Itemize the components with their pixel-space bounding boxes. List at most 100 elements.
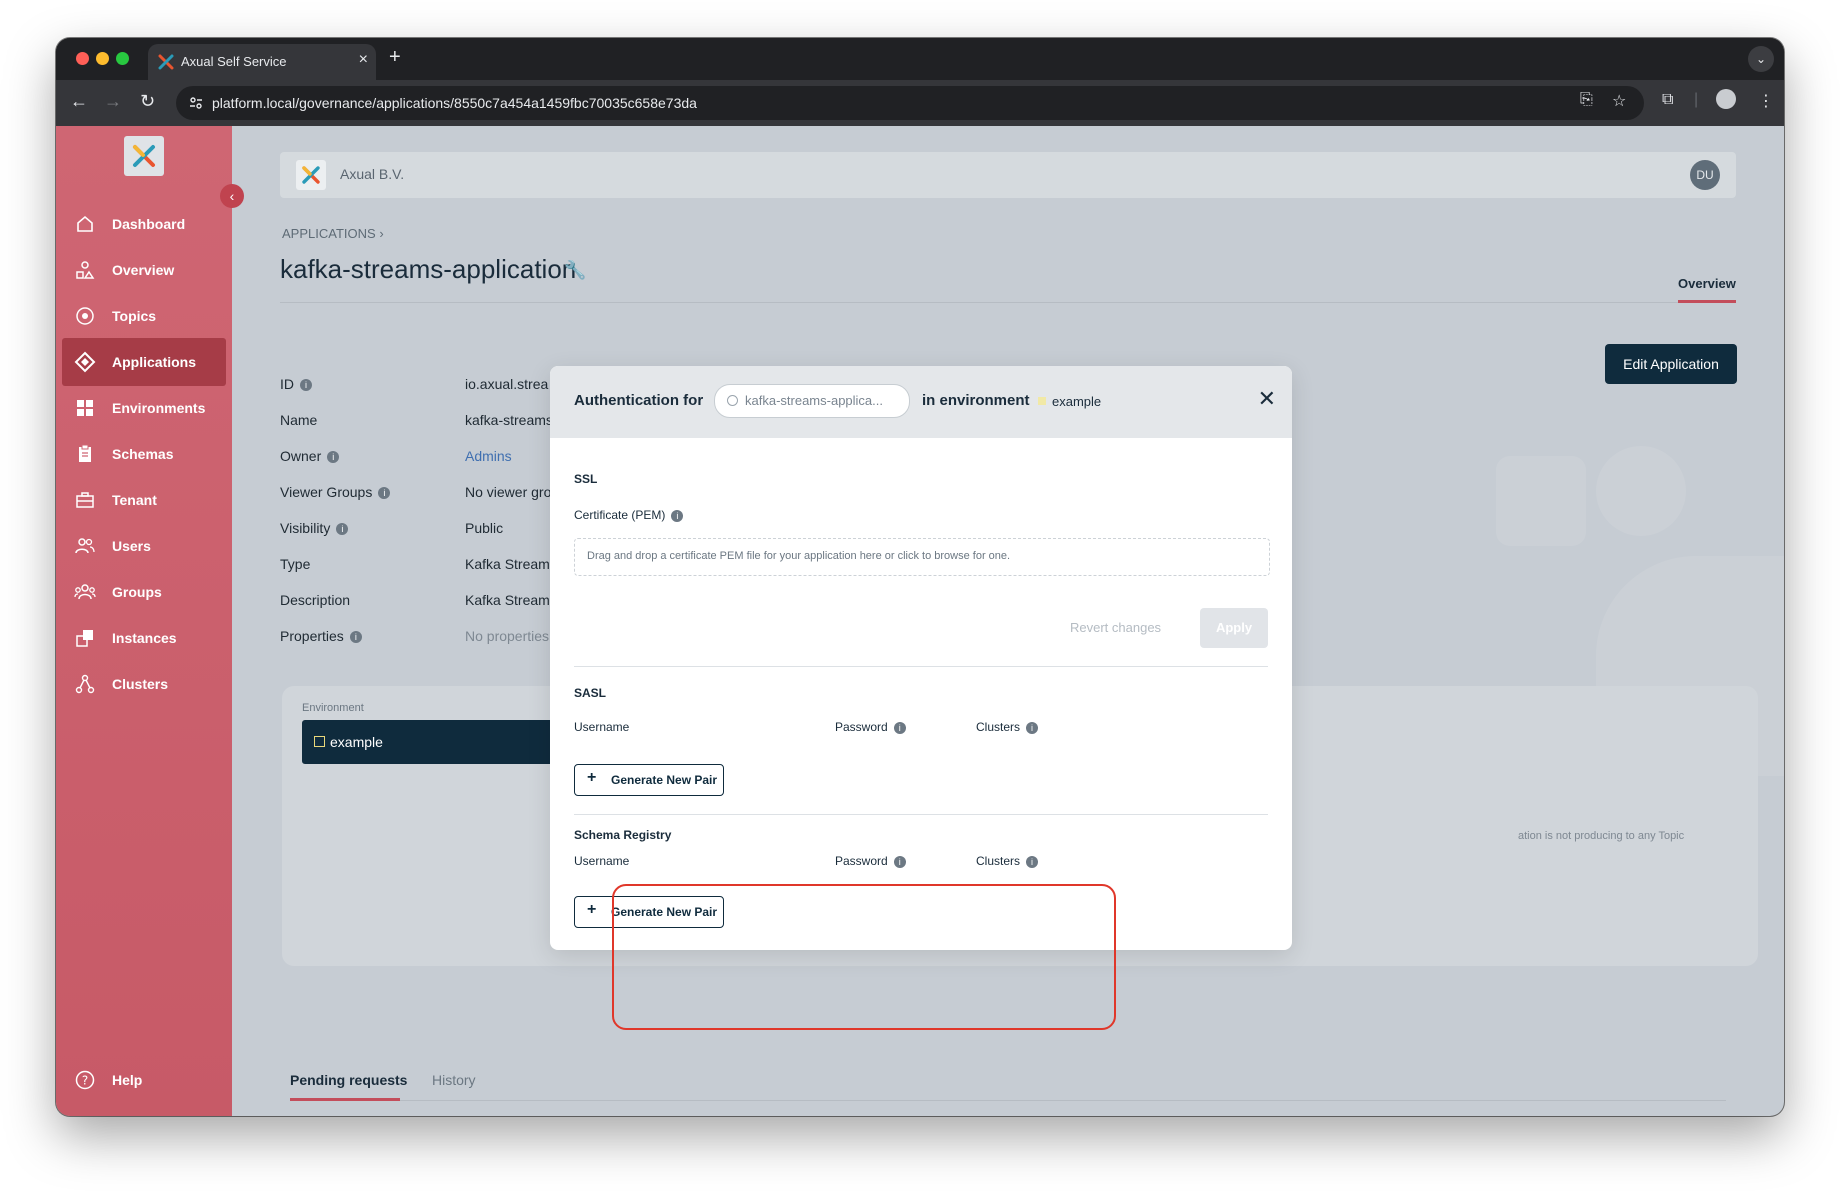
user-avatar[interactable]: DU — [1690, 160, 1720, 190]
wrench-icon[interactable]: 🔧 — [564, 260, 586, 281]
users-icon — [74, 535, 96, 557]
property-value-visibility: Public — [465, 520, 504, 536]
sidebar-item-environments[interactable]: Environments — [62, 384, 226, 432]
info-icon[interactable]: i — [1026, 855, 1039, 868]
profile-avatar-icon[interactable] — [1716, 89, 1736, 109]
button-label: Generate New Pair — [611, 905, 718, 919]
property-label-visibility: Visibility i — [280, 520, 349, 536]
sidebar-item-tenant[interactable]: Tenant — [62, 476, 226, 524]
modal-title-prefix: Authentication for — [574, 392, 704, 409]
schema-registry-password-label: Password i — [835, 854, 906, 868]
owner-link[interactable]: Admins — [465, 448, 512, 464]
install-app-icon[interactable]: ⎘ — [1580, 91, 1593, 109]
tabs-divider — [290, 1100, 1726, 1101]
ssl-section-title: SSL — [574, 472, 598, 486]
sasl-section-title: SASL — [574, 686, 607, 700]
axual-favicon-icon — [158, 54, 174, 70]
info-icon[interactable]: i — [349, 631, 362, 644]
back-arrow-icon[interactable]: ← — [70, 91, 88, 112]
tab-overview[interactable]: Overview — [1678, 276, 1736, 291]
breadcrumb-applications[interactable]: APPLICATIONS — [282, 226, 376, 241]
modal-title-middle: in environment — [922, 392, 1030, 409]
browser-menu-icon[interactable]: ⋮ — [1758, 91, 1774, 111]
sidebar-item-dashboard[interactable]: Dashboard — [62, 200, 226, 248]
browser-tab[interactable]: Axual Self Service × — [148, 44, 376, 80]
bookmark-star-icon[interactable]: ☆ — [1612, 91, 1626, 111]
info-icon[interactable]: i — [336, 523, 349, 536]
environment-tab-example[interactable]: example — [302, 720, 552, 764]
tab-close-icon[interactable]: × — [359, 51, 368, 69]
site-settings-icon[interactable] — [188, 95, 204, 111]
certificate-dropzone[interactable]: Drag and drop a certificate PEM file for… — [574, 538, 1270, 576]
svg-text:?: ? — [82, 1074, 88, 1088]
extensions-icon[interactable]: ⧉ — [1662, 91, 1673, 109]
close-window-button[interactable] — [76, 52, 89, 65]
sidebar-item-users[interactable]: Users — [62, 522, 226, 570]
tab-title: Axual Self Service — [181, 54, 287, 69]
schema-registry-clusters-label: Clusters i — [976, 854, 1039, 868]
close-icon[interactable]: ✕ — [1258, 386, 1276, 412]
info-icon[interactable]: i — [893, 855, 906, 868]
maximize-window-button[interactable] — [116, 52, 129, 65]
tab-search-chevron-icon[interactable]: ⌄ — [1748, 46, 1774, 72]
info-icon[interactable]: i — [327, 451, 340, 464]
info-icon[interactable]: i — [300, 379, 312, 392]
edit-application-button[interactable]: Edit Application — [1605, 344, 1737, 384]
sasl-username-label: Username — [574, 720, 630, 734]
forward-arrow-icon[interactable]: → — [104, 91, 122, 112]
schema-registry-generate-new-pair-button[interactable]: + Generate New Pair — [574, 896, 724, 928]
axual-logo-icon — [133, 145, 155, 167]
schema-registry-username-label: Username — [574, 854, 630, 868]
sidebar-item-label: Overview — [112, 262, 175, 278]
not-producing-notice: ation is not producing to any Topic — [1518, 830, 1685, 842]
sidebar-item-overview[interactable]: Overview — [62, 246, 226, 294]
tab-pending-requests[interactable]: Pending requests — [290, 1072, 407, 1088]
section-divider — [574, 814, 1268, 815]
property-value-description: Kafka Stream — [465, 592, 550, 608]
sidebar-item-clusters[interactable]: Clusters — [62, 660, 226, 708]
url-text[interactable]: platform.local/governance/applications/8… — [212, 95, 697, 111]
sidebar-item-help[interactable]: ? Help — [62, 1056, 226, 1104]
environment-tab-label: example — [330, 734, 383, 750]
certificate-label: Certificate (PEM) i — [574, 508, 684, 522]
apply-button[interactable]: Apply — [1200, 608, 1268, 648]
tab-pending-indicator — [290, 1098, 400, 1101]
info-icon[interactable]: i — [893, 721, 906, 734]
new-tab-icon[interactable]: + — [389, 46, 401, 69]
topics-icon — [74, 305, 96, 327]
company-name: Axual B.V. — [340, 166, 405, 182]
reload-icon[interactable]: ↻ — [140, 91, 155, 112]
minimize-window-button[interactable] — [96, 52, 109, 65]
sidebar-item-instances[interactable]: Instances — [62, 614, 226, 662]
sidebar-item-label: Applications — [112, 354, 197, 370]
info-icon[interactable]: i — [1026, 721, 1039, 734]
property-value-id: io.axual.strea — [465, 376, 549, 392]
sidebar-item-label: Groups — [112, 584, 162, 600]
sidebar-item-label: Clusters — [112, 676, 169, 692]
sidebar-item-schemas[interactable]: Schemas — [62, 430, 226, 478]
sidebar-item-groups[interactable]: Groups — [62, 568, 226, 616]
sidebar-item-label: Users — [112, 538, 151, 554]
plus-icon: + — [587, 901, 597, 918]
property-label-properties: Properties i — [280, 628, 362, 644]
sasl-generate-new-pair-button[interactable]: + Generate New Pair — [574, 764, 724, 796]
info-icon[interactable]: i — [378, 487, 391, 500]
info-icon[interactable]: i — [671, 509, 684, 522]
modal-environment-label: example — [1052, 394, 1102, 409]
axual-logo[interactable] — [124, 136, 164, 176]
authentication-modal: Authentication for kafka-streams-applica… — [550, 366, 1292, 950]
sidebar-item-label: Dashboard — [112, 216, 186, 232]
sidebar-item-label: Topics — [112, 308, 157, 324]
dropzone-text: Drag and drop a certificate PEM file for… — [587, 550, 1011, 562]
collapse-sidebar-chevron-icon[interactable]: ‹ — [220, 184, 244, 208]
title-divider — [280, 302, 1736, 303]
breadcrumb[interactable]: APPLICATIONS › — [282, 226, 384, 241]
sidebar-item-topics[interactable]: Topics — [62, 292, 226, 340]
tab-history[interactable]: History — [432, 1072, 476, 1088]
overview-icon — [74, 259, 96, 281]
sidebar-item-applications[interactable]: Applications — [62, 338, 226, 386]
property-label-name: Name — [280, 412, 318, 428]
address-bar[interactable]: platform.local/governance/applications/8… — [176, 86, 1644, 120]
application-chip: kafka-streams-applica... — [714, 384, 910, 418]
revert-changes-button[interactable]: Revert changes — [1070, 620, 1161, 635]
